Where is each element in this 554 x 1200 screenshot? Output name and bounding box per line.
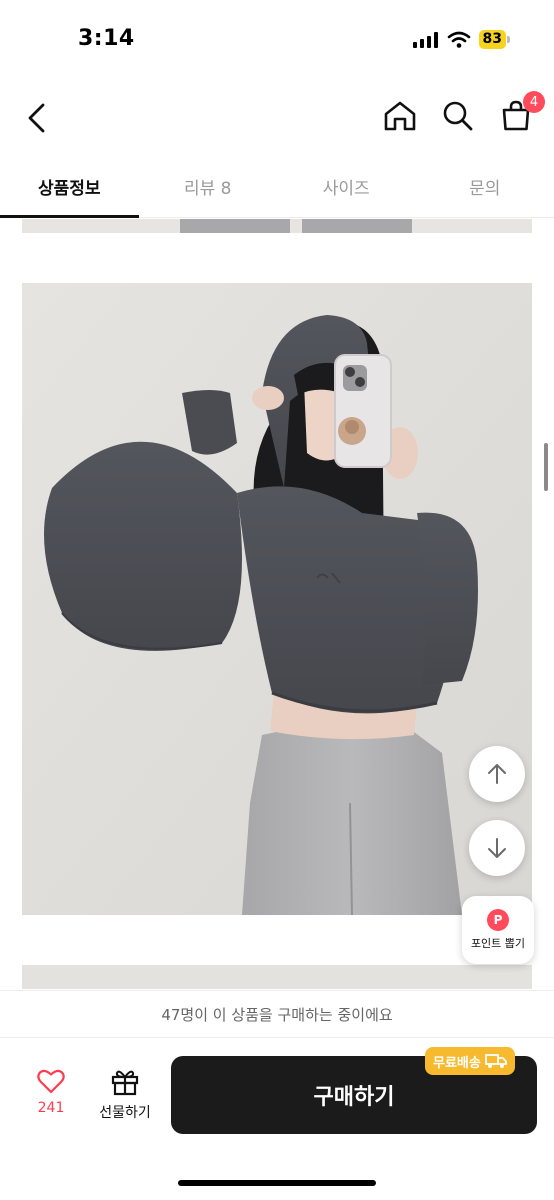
point-icon: P xyxy=(487,909,509,931)
point-draw-label: 포인트 뽑기 xyxy=(470,937,526,950)
status-bar: 3:14 83 xyxy=(0,0,554,80)
bottom-action-bar: 241 선물하기 구매하기 무료배송 xyxy=(0,1038,554,1158)
tab-size[interactable]: 사이즈 xyxy=(277,160,416,217)
status-indicators: 83 xyxy=(412,30,510,49)
home-indicator xyxy=(178,1180,376,1186)
scroll-up-button[interactable] xyxy=(469,746,525,802)
top-navigation: 4 xyxy=(0,90,554,146)
battery-level: 83 xyxy=(478,30,506,49)
cart-button[interactable]: 4 xyxy=(498,91,545,136)
free-shipping-label: 무료배송 xyxy=(433,1055,481,1071)
gift-icon xyxy=(111,1070,139,1096)
next-image-edge xyxy=(22,965,532,989)
tab-inquiry[interactable]: 문의 xyxy=(416,160,554,217)
battery-indicator: 83 xyxy=(478,30,510,49)
status-time: 3:14 xyxy=(78,26,135,51)
wifi-icon xyxy=(447,31,470,48)
nav-actions: 4 xyxy=(382,91,545,136)
tab-reviews[interactable]: 리뷰 8 xyxy=(139,160,278,217)
like-count: 241 xyxy=(37,1100,65,1116)
buying-now-text: 47명이 이 상품을 구매하는 중이에요 xyxy=(161,1005,393,1024)
back-button[interactable] xyxy=(18,96,54,140)
tab-product-info[interactable]: 상품정보 xyxy=(0,160,139,218)
point-draw-button[interactable]: P 포인트 뽑기 xyxy=(462,896,534,964)
battery-tip xyxy=(507,36,510,43)
home-button[interactable] xyxy=(382,96,418,136)
model-photo-illustration xyxy=(22,283,532,915)
previous-image-detail xyxy=(302,219,412,233)
scroll-down-button[interactable] xyxy=(469,820,525,876)
buy-label: 구매하기 xyxy=(313,1085,395,1110)
gift-label: 선물하기 xyxy=(99,1105,151,1121)
arrow-down-icon xyxy=(488,838,506,858)
free-shipping-badge: 무료배송 xyxy=(425,1047,515,1075)
home-icon xyxy=(384,101,416,131)
product-photo xyxy=(22,283,532,915)
gift-button[interactable]: 선물하기 xyxy=(92,1068,158,1122)
previous-image-edge xyxy=(22,219,532,233)
arrow-up-icon xyxy=(488,764,506,784)
like-button[interactable]: 241 xyxy=(26,1068,76,1116)
search-button[interactable] xyxy=(440,96,476,136)
search-icon xyxy=(443,101,473,131)
cart-count-badge: 4 xyxy=(523,91,545,113)
product-tabs: 상품정보 리뷰 8 사이즈 문의 xyxy=(0,160,554,218)
product-detail-content xyxy=(0,219,554,989)
heart-icon xyxy=(37,1069,65,1094)
truck-icon xyxy=(484,1054,507,1068)
chevron-left-icon xyxy=(28,103,45,133)
buying-now-notice: 47명이 이 상품을 구매하는 중이에요 xyxy=(0,990,554,1038)
scrollbar[interactable] xyxy=(544,443,548,491)
signal-icon xyxy=(412,31,438,48)
previous-image-detail xyxy=(180,219,290,233)
